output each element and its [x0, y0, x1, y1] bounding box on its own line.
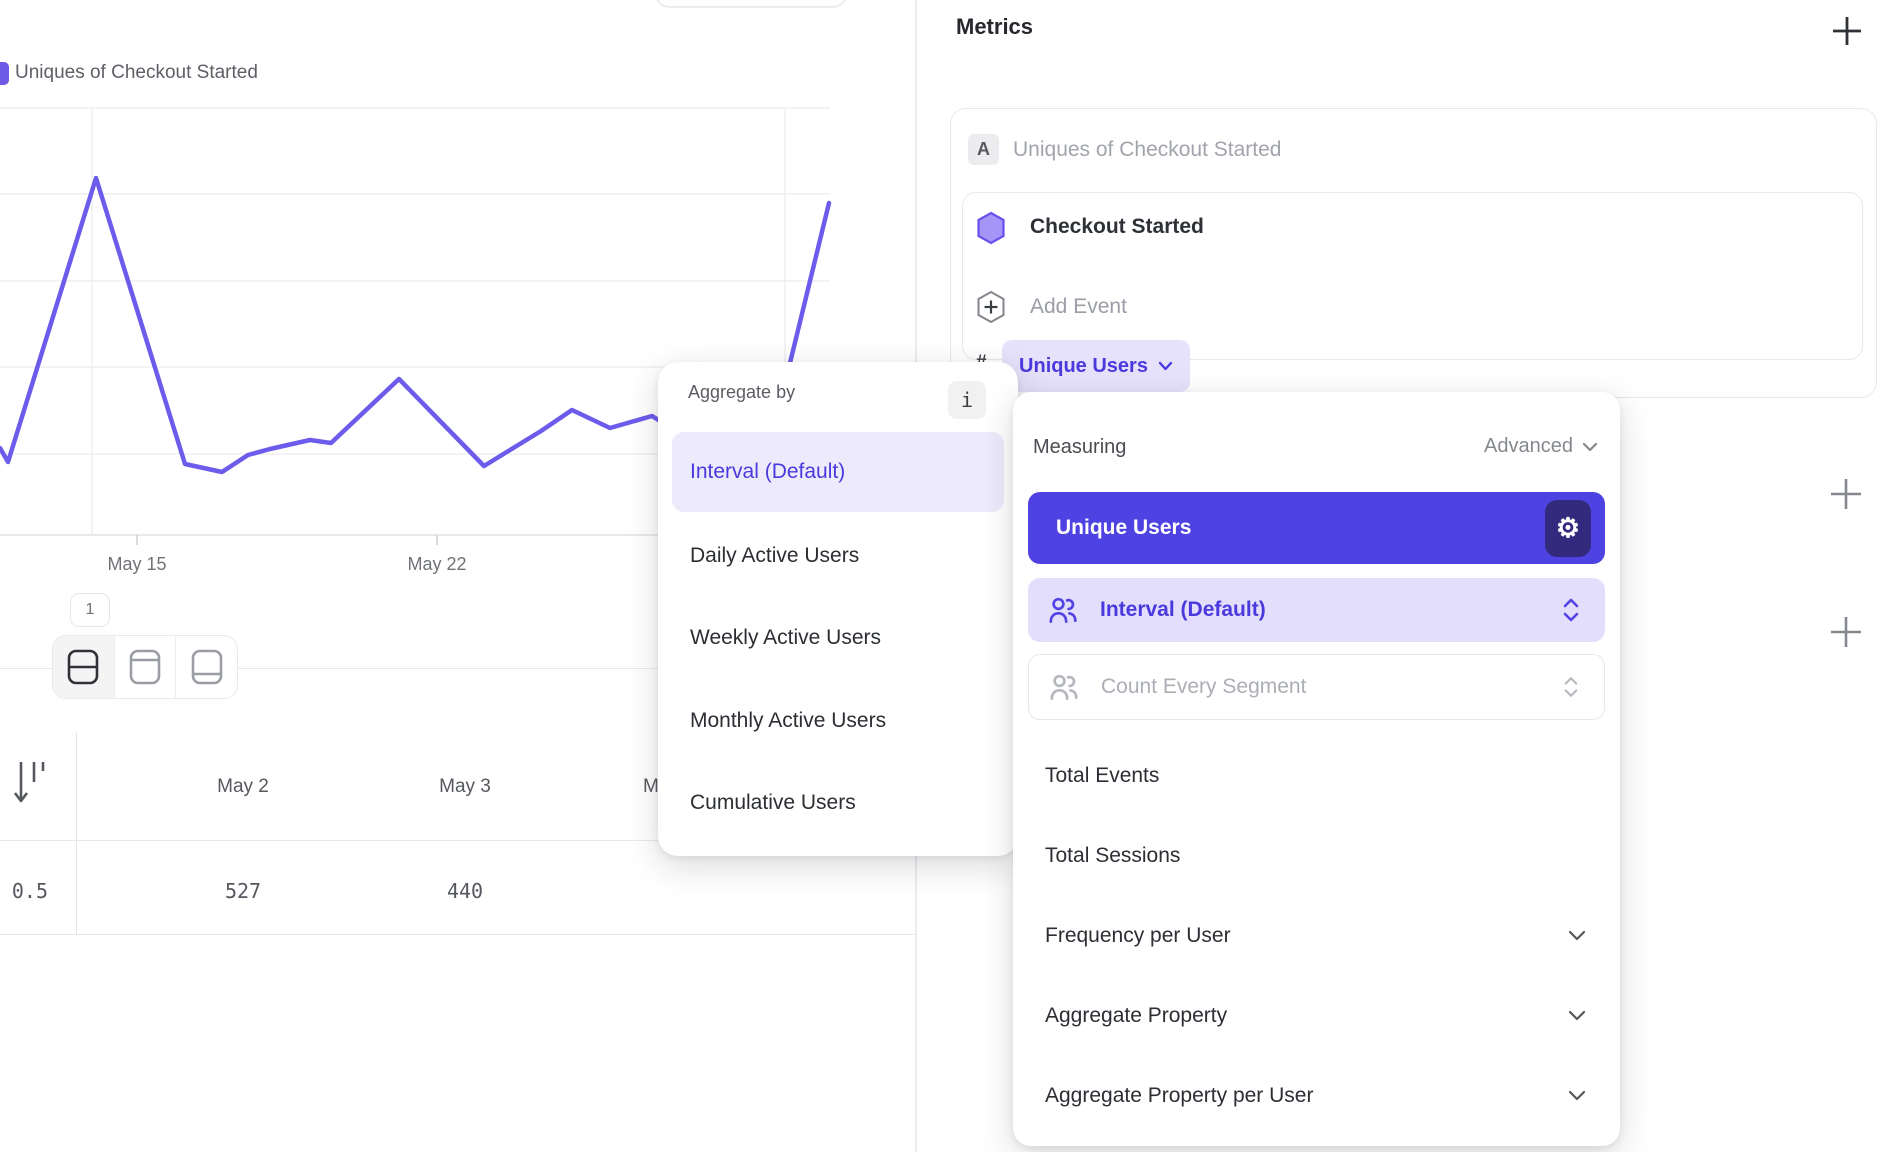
x-tick-may15: May 15 — [107, 554, 166, 574]
up-down-chevrons-icon — [1563, 597, 1579, 623]
measuring-popover: Measuring Advanced Unique Users ⚙ Interv… — [1013, 392, 1620, 1146]
measuring-option-frequency-per-user[interactable]: Frequency per User — [1045, 924, 1231, 948]
metric-letter-badge: A — [968, 134, 999, 165]
add-event-hexagon-plus-icon[interactable] — [976, 290, 1006, 324]
table-header-may3[interactable]: May 3 — [425, 776, 505, 798]
chevron-down-icon — [1568, 930, 1586, 941]
panel-top-icon — [128, 648, 162, 686]
aggregate-by-popover: Aggregate by i Interval (Default) Daily … — [658, 362, 1018, 856]
table-column-divider — [76, 733, 77, 934]
layout-split-horizontal-button[interactable] — [53, 636, 115, 698]
chevron-down-icon — [1568, 1010, 1586, 1021]
metric-name[interactable]: Uniques of Checkout Started — [1013, 138, 1282, 162]
measure-chip[interactable]: Unique Users — [1002, 340, 1190, 392]
table-header-may2[interactable]: May 2 — [203, 776, 283, 798]
table-row-label: 0.5 — [0, 879, 48, 903]
chevron-down-icon — [1568, 1090, 1586, 1101]
panel-bottom-icon — [190, 648, 224, 686]
table-cell-may2: 527 — [203, 879, 283, 903]
measuring-option-count-every-segment[interactable]: Count Every Segment — [1028, 654, 1605, 720]
chevron-down-icon — [1582, 442, 1598, 452]
layout-toggle-group — [52, 635, 238, 699]
users-icon — [1049, 673, 1079, 701]
metrics-panel-title: Metrics — [956, 14, 1033, 40]
aggregate-by-title: Aggregate by — [688, 382, 795, 403]
advanced-label: Advanced — [1484, 435, 1573, 458]
interval-label: Interval (Default) — [1100, 598, 1266, 622]
count-every-segment-label: Count Every Segment — [1101, 675, 1306, 699]
layout-panel-top-button[interactable] — [115, 636, 177, 698]
measuring-option-total-sessions[interactable]: Total Sessions — [1045, 844, 1180, 868]
users-icon — [1048, 596, 1078, 624]
event-name[interactable]: Checkout Started — [1030, 215, 1204, 239]
add-event-label[interactable]: Add Event — [1030, 295, 1127, 319]
measuring-option-interval[interactable]: Interval (Default) — [1028, 578, 1605, 642]
measuring-option-unique-users-selected[interactable]: Unique Users ⚙ — [1028, 492, 1605, 564]
aggregate-option-cumulative[interactable]: Cumulative Users — [690, 791, 856, 815]
aggregate-option-monthly[interactable]: Monthly Active Users — [690, 709, 886, 733]
unique-users-label: Unique Users — [1056, 516, 1191, 540]
table-cell-may3: 440 — [425, 879, 505, 903]
advanced-dropdown[interactable]: Advanced — [1484, 435, 1598, 458]
measuring-title: Measuring — [1033, 436, 1126, 459]
page-number-chip[interactable]: 1 — [70, 593, 110, 627]
split-horizontal-icon — [66, 648, 100, 686]
up-down-chevrons-icon — [1564, 675, 1578, 699]
x-tick-may22: May 22 — [407, 554, 466, 574]
add-metric-plus-icon[interactable] — [1830, 14, 1864, 48]
chevron-down-icon — [1158, 361, 1173, 371]
info-icon[interactable]: i — [948, 381, 986, 419]
aggregate-option-interval-selected[interactable]: Interval (Default) — [672, 432, 1004, 512]
sort-descending-icon[interactable] — [14, 758, 48, 808]
event-hexagon-icon — [976, 211, 1006, 245]
measure-chip-label: Unique Users — [1019, 355, 1148, 378]
aggregate-option-daily[interactable]: Daily Active Users — [690, 544, 859, 568]
add-section-plus-icon-1[interactable] — [1828, 476, 1864, 512]
gear-icon[interactable]: ⚙ — [1545, 500, 1591, 557]
layout-panel-bottom-button[interactable] — [176, 636, 237, 698]
measuring-option-total-events[interactable]: Total Events — [1045, 764, 1159, 788]
add-section-plus-icon-2[interactable] — [1828, 614, 1864, 650]
analytics-builder-screen: Uniques of Checkout Started May 15 May 2… — [0, 0, 1898, 1152]
measuring-option-aggregate-property[interactable]: Aggregate Property — [1045, 1004, 1227, 1028]
table-row-border — [0, 934, 915, 935]
measuring-option-aggregate-property-per-user[interactable]: Aggregate Property per User — [1045, 1084, 1313, 1108]
aggregate-option-weekly[interactable]: Weekly Active Users — [690, 626, 881, 650]
